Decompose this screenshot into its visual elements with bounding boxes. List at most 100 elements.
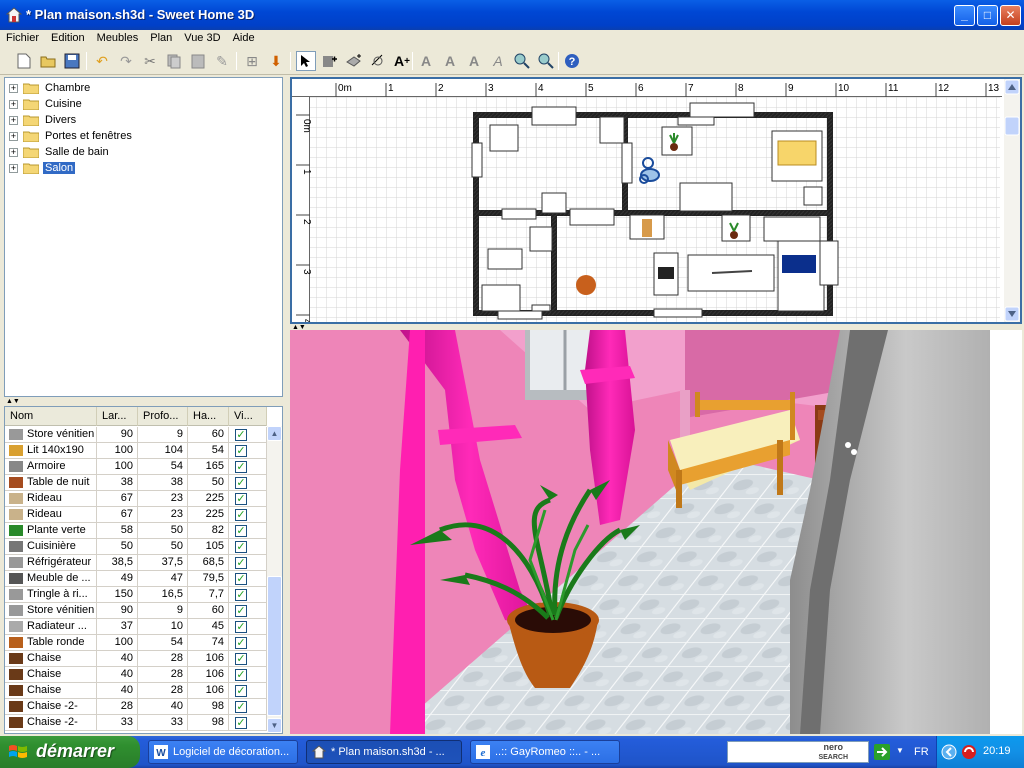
table-row[interactable]: Tringle à ri... 150 16,5 7,7 ✓ — [5, 587, 267, 603]
visible-checkbox[interactable]: ✓ — [235, 669, 247, 681]
catalog-category[interactable]: + Salle de bain — [9, 144, 111, 160]
paste-icon[interactable] — [188, 51, 208, 71]
menu-plan[interactable]: Plan — [144, 30, 178, 48]
3d-scene[interactable] — [290, 330, 1022, 734]
3d-view[interactable] — [290, 330, 1022, 734]
create-rooms-icon[interactable] — [344, 51, 364, 71]
language-indicator[interactable]: FR — [914, 746, 929, 758]
catalog-category[interactable]: + Divers — [9, 112, 78, 128]
menu-meubles[interactable]: Meubles — [91, 30, 145, 48]
visible-checkbox[interactable]: ✓ — [235, 605, 247, 617]
zoom-in-icon[interactable] — [512, 51, 532, 71]
clock[interactable]: 20:19 — [983, 745, 1011, 757]
open-icon[interactable] — [38, 51, 58, 71]
table-row[interactable]: Chaise -2- 33 33 98 ✓ — [5, 715, 267, 731]
select-icon[interactable] — [296, 51, 316, 71]
redo-icon[interactable]: ↷ — [116, 51, 136, 71]
zoom-out-icon[interactable] — [536, 51, 556, 71]
catalog-category-selected[interactable]: + Salon — [9, 160, 76, 176]
catalog-category[interactable]: + Chambre — [9, 80, 92, 96]
start-button[interactable]: démarrer — [0, 736, 140, 768]
taskbar-item-browser[interactable]: e ..:: GayRomeo ::.. - ... — [470, 740, 620, 764]
catalog-category[interactable]: + Cuisine — [9, 96, 84, 112]
table-row[interactable]: Store vénitien 90 9 60 ✓ — [5, 427, 267, 443]
expand-icon[interactable]: + — [9, 115, 18, 125]
delete-icon[interactable]: ✎ — [212, 51, 232, 71]
cut-icon[interactable]: ✂ — [140, 51, 160, 71]
expand-icon[interactable]: + — [9, 147, 18, 157]
maximize-button[interactable]: □ — [977, 5, 998, 26]
table-row[interactable]: Table de nuit 38 38 50 ✓ — [5, 475, 267, 491]
table-row[interactable]: Lit 140x190 100 104 54 ✓ — [5, 443, 267, 459]
table-row[interactable]: Table ronde 100 54 74 ✓ — [5, 635, 267, 651]
column-visible[interactable]: Vi... — [229, 407, 267, 426]
antivirus-icon[interactable] — [961, 744, 977, 760]
visible-checkbox[interactable]: ✓ — [235, 621, 247, 633]
table-row[interactable]: Meuble de ... 49 47 79,5 ✓ — [5, 571, 267, 587]
new-icon[interactable] — [14, 51, 34, 71]
column-name[interactable]: Nom — [5, 407, 97, 426]
taskbar-item-sweethome3d[interactable]: * Plan maison.sh3d - ... — [306, 740, 462, 764]
split-pane-handle[interactable]: ▲▼ — [6, 398, 20, 405]
column-height[interactable]: Ha... — [188, 407, 229, 426]
catalog-category[interactable]: + Portes et fenêtres — [9, 128, 134, 144]
scroll-down-icon[interactable]: ▼ — [267, 718, 282, 733]
add-furniture-icon[interactable]: ⊞ — [242, 51, 262, 71]
visible-checkbox[interactable]: ✓ — [235, 637, 247, 649]
plan-scrollbar[interactable] — [1004, 79, 1020, 322]
visible-checkbox[interactable]: ✓ — [235, 717, 247, 729]
visible-checkbox[interactable]: ✓ — [235, 477, 247, 489]
table-row[interactable]: Plante verte 58 50 82 ✓ — [5, 523, 267, 539]
visible-checkbox[interactable]: ✓ — [235, 461, 247, 473]
expand-icon[interactable]: + — [9, 83, 18, 93]
menu-vue3d[interactable]: Vue 3D — [178, 30, 226, 48]
visible-checkbox[interactable]: ✓ — [235, 541, 247, 553]
scroll-up-icon[interactable]: ▲ — [267, 426, 282, 441]
visible-checkbox[interactable]: ✓ — [235, 445, 247, 457]
expand-icon[interactable]: + — [9, 99, 18, 109]
bold-icon[interactable]: A — [464, 51, 484, 71]
text-style-2-icon[interactable]: A — [440, 51, 460, 71]
dropdown-icon[interactable]: ▼ — [896, 746, 904, 755]
visible-checkbox[interactable]: ✓ — [235, 493, 247, 505]
expand-icon[interactable]: + — [9, 131, 18, 141]
visible-checkbox[interactable]: ✓ — [235, 573, 247, 585]
minimize-button[interactable]: _ — [954, 5, 975, 26]
scroll-thumb[interactable] — [267, 576, 282, 716]
visible-checkbox[interactable]: ✓ — [235, 589, 247, 601]
visible-checkbox[interactable]: ✓ — [235, 557, 247, 569]
scroll-thumb[interactable] — [1004, 116, 1020, 136]
table-row[interactable]: Cuisinière 50 50 105 ✓ — [5, 539, 267, 555]
table-row[interactable]: Chaise 40 28 106 ✓ — [5, 683, 267, 699]
table-row[interactable]: Armoire 100 54 165 ✓ — [5, 459, 267, 475]
column-depth[interactable]: Profo... — [138, 407, 188, 426]
menu-aide[interactable]: Aide — [227, 30, 261, 48]
table-row[interactable]: Radiateur ... 37 10 45 ✓ — [5, 619, 267, 635]
table-row[interactable]: Chaise 40 28 106 ✓ — [5, 667, 267, 683]
table-row[interactable]: Chaise 40 28 106 ✓ — [5, 651, 267, 667]
italic-icon[interactable]: A — [488, 51, 508, 71]
copy-icon[interactable] — [164, 51, 184, 71]
table-row[interactable]: Chaise -2- 28 40 98 ✓ — [5, 699, 267, 715]
taskbar-item-word[interactable]: W Logiciel de décoration... — [148, 740, 298, 764]
create-walls-icon[interactable] — [320, 51, 340, 71]
table-row[interactable]: Rideau 67 23 225 ✓ — [5, 491, 267, 507]
save-icon[interactable] — [62, 51, 82, 71]
text-style-icon[interactable]: A — [416, 51, 436, 71]
table-row[interactable]: Store vénitien 90 9 60 ✓ — [5, 603, 267, 619]
visible-checkbox[interactable]: ✓ — [235, 685, 247, 697]
menu-edition[interactable]: Edition — [45, 30, 91, 48]
visible-checkbox[interactable]: ✓ — [235, 429, 247, 441]
undo-icon[interactable]: ↶ — [92, 51, 112, 71]
floor-plan[interactable]: 0m 1 2 3 4 5 6 7 8 9 10 11 12 13 0m1234 — [292, 79, 1020, 322]
visible-checkbox[interactable]: ✓ — [235, 653, 247, 665]
go-arrow-icon[interactable] — [874, 744, 890, 760]
visible-checkbox[interactable]: ✓ — [235, 701, 247, 713]
plan-view[interactable]: 0m 1 2 3 4 5 6 7 8 9 10 11 12 13 0m 1 2 3 4 — [290, 77, 1022, 324]
close-button[interactable]: ✕ — [1000, 5, 1021, 26]
menu-fichier[interactable]: Fichier — [0, 30, 45, 48]
column-width[interactable]: Lar... — [97, 407, 138, 426]
add-text-icon[interactable]: A + — [392, 51, 412, 71]
visible-checkbox[interactable]: ✓ — [235, 525, 247, 537]
nero-search-input[interactable]: nero SEARCH — [727, 741, 869, 763]
